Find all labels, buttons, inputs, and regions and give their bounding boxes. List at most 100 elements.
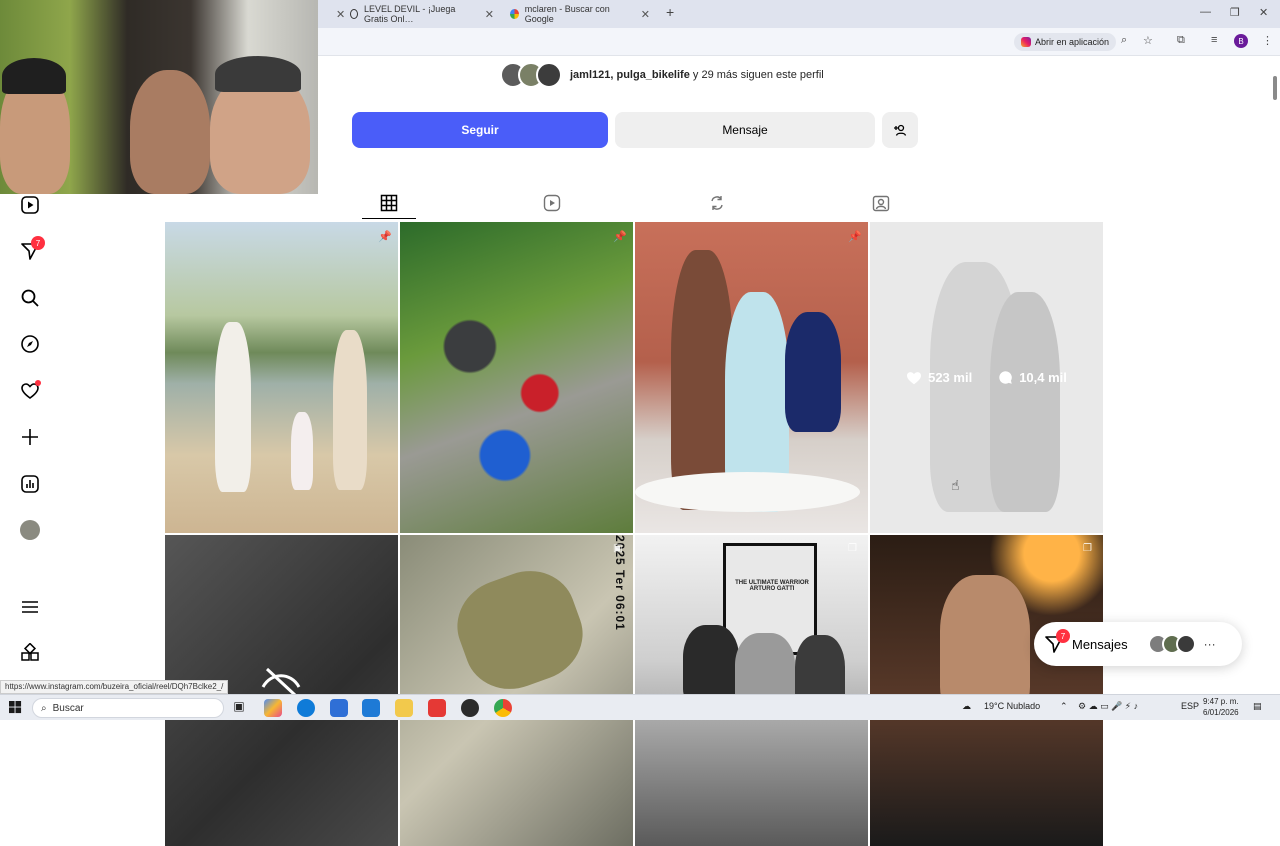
weather-text[interactable]: 19°C Nublado (984, 701, 1040, 711)
browser-tab-level-devil[interactable]: LEVEL DEVIL - ¡Juega Gratis Onl… ✕ (344, 3, 500, 25)
language-indicator[interactable]: ESP (1181, 701, 1199, 711)
post-thumbnail[interactable]: 📌 (165, 222, 398, 533)
taskbar-search[interactable]: ⌕ Buscar (32, 698, 224, 718)
notification-dot (35, 380, 41, 386)
extensions-icon[interactable]: ⧉ (1177, 34, 1185, 47)
tagged-icon (872, 195, 890, 212)
bookmark-star-icon[interactable]: ☆ (1143, 34, 1153, 47)
person-figure (130, 70, 210, 194)
messages-label: Mensajes (1072, 636, 1128, 652)
page-scrollbar[interactable] (1270, 58, 1280, 694)
search-placeholder: Buscar (52, 702, 84, 714)
tab-reposts[interactable] (706, 192, 728, 214)
tab-title: LEVEL DEVIL - ¡Juega Gratis Onl… (363, 4, 456, 24)
link-status-url: https://www.instagram.com/buzeira_oficia… (0, 680, 229, 694)
tab-title: mclaren - Buscar con Google (524, 4, 610, 24)
threads-apps-icon[interactable] (19, 642, 41, 664)
mouse-cursor-icon: ☝ (951, 477, 960, 493)
clock-time[interactable]: 9:47 p. m. (1203, 697, 1239, 706)
active-tab-indicator (362, 218, 416, 219)
close-icon[interactable]: ✕ (485, 8, 494, 21)
edge-icon[interactable] (297, 699, 315, 717)
post-thumbnail-hovered[interactable]: 523 mil 10,4 mil (870, 222, 1103, 533)
tab-reels[interactable] (541, 192, 563, 214)
menu-dots-icon[interactable]: ⋮ (1262, 34, 1273, 47)
post-stats-overlay: 523 mil 10,4 mil (870, 222, 1103, 533)
search-icon: ⌕ (41, 702, 47, 714)
file-explorer-icon[interactable] (395, 699, 413, 717)
post-thumbnail[interactable]: THE ULTIMATE WARRIOR ARTURO GATTI ❐ (635, 535, 868, 846)
windows-start-icon[interactable] (9, 701, 22, 714)
profile-avatar[interactable] (19, 519, 41, 541)
reels-icon (543, 194, 561, 212)
dashboard-icon[interactable] (19, 473, 41, 495)
image-subject (444, 557, 596, 703)
mutual-followers[interactable]: jaml121, pulga_bikelife y 29 más siguen … (500, 62, 824, 88)
browser-tab-mclaren[interactable]: mclaren - Buscar con Google ✕ (504, 3, 656, 25)
search-icon[interactable] (19, 287, 41, 309)
repost-icon (711, 196, 723, 210)
copilot-icon[interactable] (264, 699, 282, 717)
close-window-icon[interactable]: ✕ (1259, 6, 1268, 19)
webcam-overlay (0, 0, 318, 194)
post-thumbnail[interactable]: 2025 Ter 06:01 ▣ (400, 535, 633, 846)
browser-profile-avatar[interactable]: B (1234, 34, 1248, 48)
notification-center-icon[interactable]: ▤ (1253, 701, 1262, 712)
chrome-icon[interactable] (494, 699, 512, 717)
person-figure (333, 330, 367, 490)
tray-icons[interactable]: ⚙ ☁ ▭ 🎤 ⚡ ♪ (1078, 701, 1138, 712)
mutual-avatars (500, 62, 562, 88)
notification-badge: 7 (31, 236, 45, 250)
minimize-icon[interactable]: — (1200, 6, 1211, 18)
explore-compass-icon[interactable] (19, 333, 41, 355)
heart-icon (907, 371, 922, 384)
comments-count: 10,4 mil (1019, 370, 1067, 385)
post-thumbnail[interactable]: 📌 (400, 222, 633, 533)
add-person-icon (894, 124, 907, 136)
post-thumbnail[interactable]: 📌 (635, 222, 868, 533)
youtube-icon[interactable] (428, 699, 446, 717)
globe-icon (350, 9, 358, 19)
more-menu-icon[interactable] (19, 596, 41, 618)
weather-icon[interactable]: ☁ (962, 701, 971, 712)
new-tab-icon[interactable]: + (666, 4, 674, 20)
mutual-followers-text: jaml121, pulga_bikelife y 29 más siguen … (570, 69, 824, 81)
notifications-heart-icon[interactable] (19, 380, 41, 402)
restore-icon[interactable]: ❐ (1230, 6, 1240, 19)
likes-count: 523 mil (928, 370, 973, 385)
mutual-usernames[interactable]: jaml121, pulga_bikelife (570, 69, 690, 81)
tab-tagged[interactable] (870, 192, 892, 214)
more-icon: ··· (1203, 637, 1216, 651)
message-button[interactable]: Mensaje (615, 112, 875, 148)
person-figure (671, 250, 733, 510)
post-thumbnail[interactable]: ❐ (870, 535, 1103, 846)
windows-taskbar: ⌕ Buscar ▣ ☁ 19°C Nublado ⌃ ⚙ ☁ ▭ 🎤 ⚡ ♪ … (0, 694, 1280, 720)
close-icon[interactable]: ✕ (641, 8, 650, 21)
reels-icon[interactable] (19, 194, 41, 216)
messages-widget[interactable]: 7 Mensajes ··· (1034, 622, 1242, 666)
cap (215, 56, 301, 92)
messages-icon-wrap: 7 (1044, 629, 1070, 654)
app-icon[interactable] (461, 699, 479, 717)
messages-badge: 7 (1056, 629, 1070, 643)
clock-date[interactable]: 6/01/2026 (1203, 708, 1239, 717)
mutual-count-text: y 29 más siguen este perfil (689, 69, 824, 81)
zoom-icon[interactable]: ⌕ (1121, 34, 1127, 47)
suggest-person-button[interactable] (882, 112, 918, 148)
direct-messages-icon[interactable]: 7 (19, 236, 45, 262)
table (635, 472, 860, 512)
task-view-icon[interactable]: ▣ (230, 699, 248, 717)
grid-icon (380, 194, 398, 212)
tab-posts-grid[interactable] (378, 192, 400, 214)
open-in-app-button[interactable]: Abrir en aplicación (1014, 33, 1117, 51)
tray-overflow-icon[interactable]: ⌃ (1060, 701, 1068, 712)
scrollbar-thumb[interactable] (1273, 76, 1277, 100)
follow-button[interactable]: Seguir (352, 112, 608, 148)
pinned-icon: 📌 (848, 231, 862, 243)
store-icon[interactable] (330, 699, 348, 717)
carousel-icon: ❐ (848, 543, 857, 554)
reading-list-icon[interactable]: ≡ (1211, 34, 1217, 46)
person-figure (291, 412, 313, 490)
mail-icon[interactable] (362, 699, 380, 717)
create-plus-icon[interactable] (19, 426, 41, 448)
